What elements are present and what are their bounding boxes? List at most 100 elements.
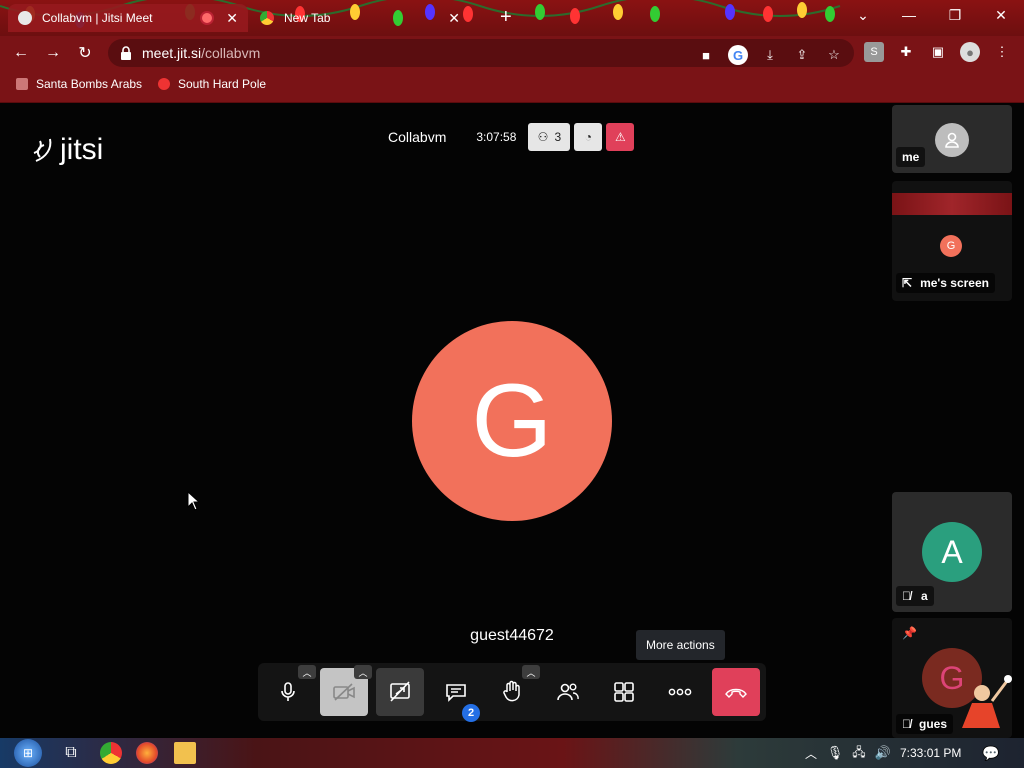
bookmark-south-hard-pole[interactable]: South Hard Pole — [158, 77, 266, 91]
camera-off-icon — [333, 683, 355, 701]
restore-icon[interactable]: ❐ — [932, 0, 978, 30]
jitsi-logo-mark-icon — [33, 138, 52, 162]
lock-icon — [121, 46, 131, 60]
address-bar[interactable]: meet.jit.si/collabvm ■ G ⤓ ⇪ ☆ — [108, 39, 854, 67]
audio-settings-caret-icon[interactable]: ︿ — [298, 665, 316, 679]
jitsi-logo[interactable]: jitsi — [32, 133, 103, 167]
extension-s-icon[interactable]: S — [864, 42, 884, 62]
forward-arrow-icon[interactable]: → — [42, 42, 64, 64]
participants-count-badge[interactable]: ⚇ 3 — [528, 123, 571, 151]
default-user-avatar-icon — [935, 123, 969, 157]
tile-view-button[interactable] — [600, 668, 648, 716]
more-actions-button[interactable] — [656, 668, 704, 716]
camera-in-use-icon[interactable]: ■ — [696, 45, 716, 65]
pin-icon[interactable]: 📌 — [902, 626, 917, 640]
filmstrip-tile-guest[interactable]: 📌 G 🎙̸ gues — [892, 618, 1012, 738]
browser-tab-bar: Collabvm | Jitsi Meet ✕ New Tab ✕ + ⌄ — … — [0, 0, 1024, 36]
extensions-puzzle-icon[interactable]: ✚ — [896, 42, 916, 62]
close-tab-icon[interactable]: ✕ — [226, 10, 238, 27]
participants-icon: ⚇ — [537, 130, 549, 144]
share-icon[interactable]: ⇪ — [792, 45, 812, 65]
muted-mic-icon: 🎙̸ — [902, 589, 911, 603]
participants-button[interactable] — [544, 668, 592, 716]
close-tab-icon[interactable]: ✕ — [448, 10, 460, 27]
screen-share-icon — [390, 681, 410, 702]
bookmark-favicon-icon — [158, 78, 170, 90]
notifications-icon[interactable]: 💬 — [980, 742, 1002, 764]
close-window-icon[interactable]: ✕ — [978, 0, 1024, 30]
chrome-favicon-icon — [260, 11, 274, 25]
filmstrip-tile-me[interactable]: me — [892, 105, 1012, 173]
minimize-icon[interactable]: — — [886, 0, 932, 30]
bookmark-star-icon[interactable]: ☆ — [824, 45, 844, 65]
windows-taskbar: ⊞ ⧉ ︿ 🎙 🖧 🔊 7:33:01 PM 💬 — [0, 738, 1024, 768]
screen-share-small-icon: ⇱ — [902, 276, 913, 290]
tab-title: Collabvm | Jitsi Meet — [42, 11, 153, 25]
raise-hand-icon — [503, 680, 520, 702]
screen-share-preview — [892, 193, 1012, 215]
chat-button[interactable]: 2 — [432, 668, 480, 722]
meeting-toolbar: ︿ ︿ 2 ︿ — [258, 663, 766, 722]
chat-unread-badge: 2 — [462, 704, 480, 722]
video-settings-caret-icon[interactable]: ︿ — [354, 665, 372, 679]
jitsi-meeting-area: jitsi Collabvm 3:07:58 ⚇ 3 ◔ ⚠ G guest44… — [0, 103, 1024, 738]
screen-share-button[interactable] — [376, 668, 424, 716]
firefox-icon[interactable] — [136, 742, 158, 764]
reload-icon[interactable]: ↻ — [74, 42, 96, 64]
reactions-caret-icon[interactable]: ︿ — [522, 665, 540, 679]
task-view-icon[interactable]: ⧉ — [60, 742, 82, 764]
participant-name-label: 🎙̸ a — [896, 586, 934, 606]
microphone-tray-icon[interactable]: 🎙 — [824, 742, 846, 764]
hangup-phone-icon — [725, 688, 747, 698]
connection-speed-icon[interactable]: ◔ — [574, 123, 603, 151]
start-orb-icon[interactable]: ⊞ — [14, 739, 42, 767]
more-actions-tooltip: More actions — [636, 630, 725, 660]
side-panel-icon[interactable]: ▣ — [928, 42, 948, 62]
browser-toolbar: ← → ↻ meet.jit.si/collabvm ■ G ⤓ ⇪ ☆ S ✚… — [0, 36, 1024, 70]
recording-indicator-icon — [202, 13, 213, 23]
meeting-timer: 3:07:58 — [476, 130, 517, 144]
tab-title: New Tab — [284, 11, 331, 25]
volume-icon[interactable]: 🔊 — [872, 742, 894, 764]
network-icon[interactable]: 🖧 — [848, 742, 870, 764]
tab-search-chevron-icon[interactable]: ⌄ — [840, 0, 886, 30]
muted-mic-icon: 🎙̸ — [902, 717, 911, 731]
chrome-icon[interactable] — [100, 742, 122, 764]
participant-name-label: 🎙̸ gues — [896, 714, 954, 734]
file-explorer-icon[interactable] — [174, 742, 196, 764]
hangup-button[interactable] — [712, 668, 760, 716]
google-translate-icon[interactable]: G — [728, 45, 748, 65]
participants-pane-icon — [557, 683, 579, 701]
dominant-speaker-name: guest44672 — [470, 627, 554, 644]
participant-avatar: A — [922, 522, 982, 582]
chrome-menu-icon[interactable]: ⋮ — [992, 42, 1012, 62]
install-app-icon[interactable]: ⤓ — [760, 45, 780, 65]
meeting-header: Collabvm 3:07:58 ⚇ 3 ◔ ⚠ — [388, 123, 635, 151]
profile-avatar-icon[interactable]: ● — [960, 42, 980, 62]
screen-share-label: ⇱ me's screen — [896, 273, 995, 293]
chat-icon — [446, 684, 466, 702]
participant-name-label: me — [896, 147, 926, 167]
desktop-character-overlay — [962, 675, 1012, 728]
bookmark-santa-bombs-arabs[interactable]: Santa Bombs Arabs — [16, 77, 142, 91]
tab-new-tab[interactable]: New Tab ✕ — [250, 4, 470, 32]
microphone-icon — [281, 682, 295, 701]
new-tab-plus-icon[interactable]: + — [500, 6, 512, 29]
tile-view-icon — [614, 682, 634, 702]
mouse-cursor-icon — [187, 491, 201, 511]
warning-icon[interactable]: ⚠ — [606, 123, 635, 151]
more-dots-icon — [668, 688, 692, 696]
jitsi-favicon-icon — [18, 11, 32, 25]
back-arrow-icon[interactable]: ← — [10, 42, 32, 64]
filmstrip-tile-screen-share[interactable]: G ⇱ me's screen — [892, 181, 1012, 301]
screen-share-preview-avatar: G — [940, 235, 962, 257]
tab-collabvm-jitsi[interactable]: Collabvm | Jitsi Meet ✕ — [8, 4, 248, 32]
system-clock[interactable]: 7:33:01 PM — [900, 746, 961, 760]
bookmark-favicon-icon — [16, 78, 28, 90]
room-name: Collabvm — [388, 129, 447, 145]
url-text: meet.jit.si/collabvm — [142, 45, 261, 61]
bookmarks-bar: Santa Bombs Arabs South Hard Pole — [0, 70, 1024, 103]
filmstrip-tile-a[interactable]: A 🎙̸ a — [892, 492, 1012, 612]
show-hidden-icons-chevron[interactable]: ︿ — [800, 742, 822, 764]
dominant-speaker-avatar: G — [412, 321, 612, 521]
